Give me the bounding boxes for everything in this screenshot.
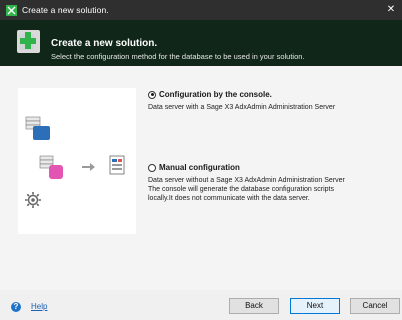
page-title: Create a new solution. [51, 38, 158, 49]
option-manual-label[interactable]: Manual configuration [159, 163, 240, 172]
help-icon[interactable]: ? [11, 302, 21, 312]
title-bar: Create a new solution. ✕ [0, 0, 402, 20]
database-icon [39, 155, 63, 179]
description-line: locally.It does not communicate with the… [148, 195, 310, 203]
description-line: The console will generate the database c… [148, 186, 334, 194]
app-icon [6, 4, 17, 16]
option-console-label[interactable]: Configuration by the console. [159, 90, 272, 99]
next-button[interactable]: Next [290, 298, 340, 314]
server-icon [25, 116, 50, 140]
option-console[interactable]: Configuration by the console. Data serve… [148, 90, 388, 112]
cancel-button[interactable]: Cancel [350, 298, 400, 314]
page-subtitle: Select the configuration method for the … [51, 52, 305, 61]
option-manual-description: Data server without a Sage X3 AdxAdmin A… [148, 176, 388, 203]
option-manual[interactable]: Manual configuration Data server without… [148, 163, 388, 203]
footer-bar: ? Help Back Next Cancel [0, 290, 402, 320]
close-icon[interactable]: ✕ [384, 3, 398, 17]
option-console-description: Data server with a Sage X3 AdxAdmin Admi… [148, 103, 388, 112]
main-content: Configuration by the console. Data serve… [0, 66, 402, 290]
window-title: Create a new solution. [22, 5, 109, 15]
gear-icon [25, 192, 41, 208]
configuration-illustration [18, 88, 136, 234]
arrow-icon [82, 163, 95, 171]
help-link[interactable]: Help [31, 302, 47, 311]
description-line: Data server with a Sage X3 AdxAdmin Admi… [148, 104, 336, 112]
back-button[interactable]: Back [229, 298, 279, 314]
description-line: Data server without a Sage X3 AdxAdmin A… [148, 177, 345, 185]
radio-manual[interactable] [148, 163, 156, 172]
new-solution-logo-icon [17, 30, 40, 53]
radio-console[interactable] [148, 90, 156, 99]
console-app-icon [109, 155, 125, 175]
header-banner: Create a new solution. Select the config… [0, 20, 402, 66]
